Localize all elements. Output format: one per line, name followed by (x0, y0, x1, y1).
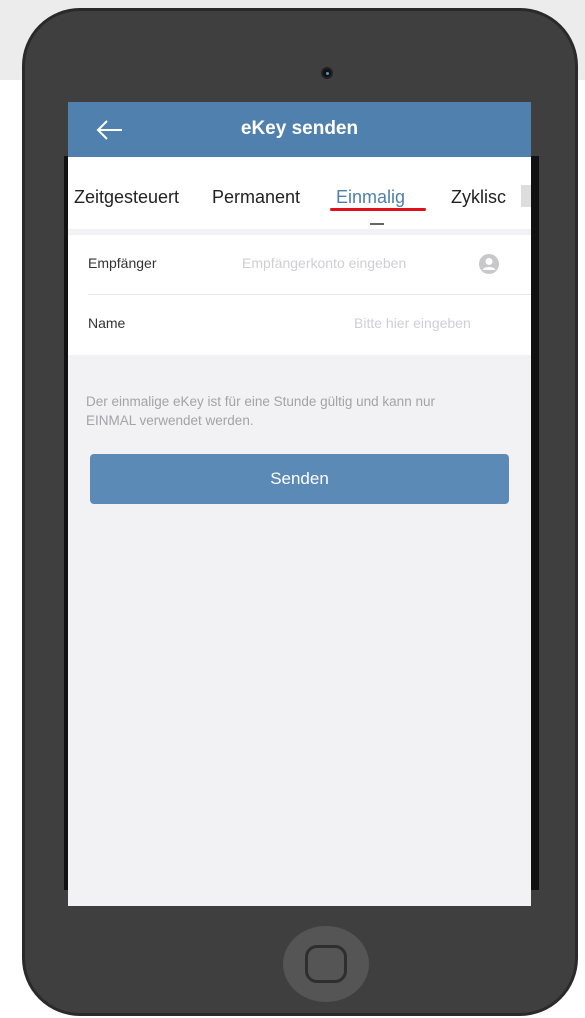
name-row[interactable]: Name Bitte hier eingeben (68, 295, 531, 355)
einmalig-hint-text: Der einmalige eKey ist für eine Stunde g… (86, 394, 435, 428)
tab-scroll-indicator (370, 223, 384, 225)
ekey-form: Empfänger Empfängerkonto eingeben Name B… (68, 235, 531, 355)
tab-bar: Zeitgesteuert Permanent Einmalig Zyklisc (68, 157, 531, 229)
tab-zeitgesteuert[interactable]: Zeitgesteuert (74, 187, 179, 208)
name-label: Name (88, 315, 126, 331)
screen-bezel-right (531, 156, 539, 890)
app-screen: eKey senden Zeitgesteuert Permanent Einm… (68, 102, 531, 906)
name-input[interactable]: Bitte hier eingeben (354, 315, 471, 331)
contact-icon[interactable] (478, 253, 500, 275)
page-title: eKey senden (240, 118, 359, 139)
send-button[interactable]: Senden (90, 454, 509, 504)
recipient-label: Empfänger (88, 255, 157, 271)
home-square-icon (305, 945, 347, 983)
tab-overflow-fade (521, 185, 531, 207)
recipient-input[interactable]: Empfängerkonto eingeben (242, 255, 406, 271)
camera-icon (321, 67, 333, 79)
recipient-row[interactable]: Empfänger Empfängerkonto eingeben (68, 235, 531, 295)
active-tab-indicator (330, 208, 426, 211)
navigation-bar: eKey senden (68, 102, 531, 157)
tab-permanent[interactable]: Permanent (212, 187, 300, 208)
tab-einmalig[interactable]: Einmalig (336, 187, 405, 208)
tab-zyklisch[interactable]: Zyklisc (451, 187, 506, 208)
home-button[interactable] (283, 926, 369, 1002)
